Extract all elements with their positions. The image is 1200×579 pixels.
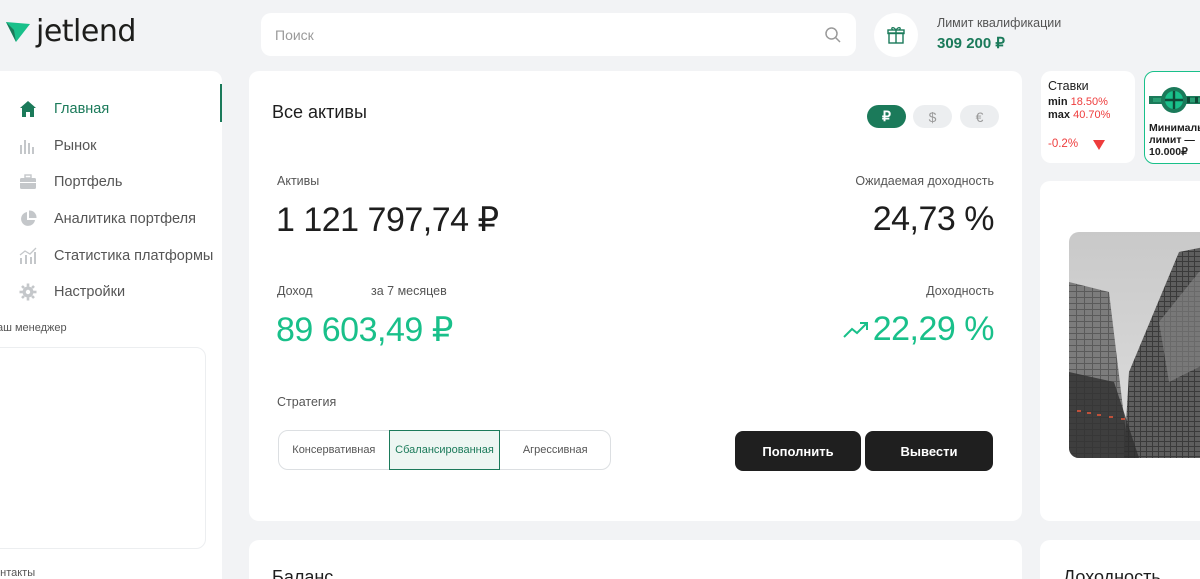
assets-value: 1 121 797,74 ₽ — [276, 201, 499, 239]
rates-max: max 40.70% — [1048, 109, 1128, 121]
building-photo — [1069, 232, 1200, 458]
logo[interactable]: jetlend — [4, 14, 136, 49]
promo-illustration-icon — [1149, 87, 1200, 113]
rates-max-value: 40.70% — [1073, 109, 1111, 121]
strategy-label: Стратегия — [277, 395, 337, 409]
skyscraper-image-icon — [1069, 232, 1200, 458]
balance-title: Баланс — [272, 567, 334, 579]
search-input[interactable] — [275, 26, 824, 43]
expected-yield-value: 24,73 % — [872, 200, 995, 238]
sidebar-item-label: Рынок — [54, 137, 97, 154]
balance-card: Баланс — [249, 540, 1022, 579]
qualification-limit: Лимит квалификации 309 200 ₽ — [937, 16, 1061, 52]
gift-icon — [887, 27, 905, 44]
rates-change: -0.2% — [1048, 138, 1079, 150]
yield-label: Доходность — [926, 284, 994, 298]
yield-value: 22,29 % — [872, 310, 995, 348]
sidebar-item-label: Аналитика портфеля — [54, 211, 196, 228]
strategy-conservative[interactable]: Консервативная — [279, 431, 389, 469]
sidebar-item-label: Настройки — [54, 284, 126, 301]
home-icon — [18, 99, 38, 119]
rates-min-value: 18.50% — [1070, 96, 1108, 108]
promo-line-3: 10.000₽ — [1149, 146, 1188, 158]
yield-card: Доходность — [1040, 540, 1200, 579]
assets-card: Все активы ₽ $ € Активы 1 121 797,74 ₽ О… — [249, 71, 1022, 521]
logo-text: jetlend — [36, 14, 136, 49]
stats-icon — [18, 246, 38, 266]
limit-value: 309 200 ₽ — [937, 35, 1005, 52]
sidebar-nav: Главная Рынок Портфель Аналитика портфел… — [18, 91, 213, 311]
manager-label: аш менеджер — [0, 322, 67, 334]
search-bar[interactable] — [261, 13, 856, 56]
expected-yield-label: Ожидаемая доходность — [855, 174, 994, 188]
withdraw-button[interactable]: Вывести — [865, 431, 993, 471]
yield-card-title: Доходность — [1063, 567, 1161, 579]
rates-min: min 18.50% — [1048, 96, 1128, 108]
contacts-label: онтакты — [0, 567, 36, 579]
sidebar-item-label: Статистика платформы — [54, 247, 214, 264]
ad-card[interactable] — [1040, 181, 1200, 521]
search-icon[interactable] — [824, 26, 842, 44]
gift-button[interactable] — [874, 13, 918, 57]
strategy-aggressive[interactable]: Агрессивная — [500, 431, 610, 469]
sidebar-item-platform-stats[interactable]: Статистика платформы — [18, 237, 213, 274]
nav-active-indicator — [220, 84, 222, 122]
promo-text: Минимальн лимит — 10.000₽ — [1149, 122, 1200, 158]
sidebar-item-settings[interactable]: Настройки — [18, 274, 213, 311]
strategy-selector: Консервативная Сбалансированная Агрессив… — [278, 430, 611, 470]
promo-line-1: Минимальн — [1149, 122, 1200, 134]
promo-card[interactable]: Минимальн лимит — 10.000₽ — [1144, 71, 1200, 164]
deposit-button[interactable]: Пополнить — [735, 431, 861, 471]
currency-rub-button[interactable]: ₽ — [867, 105, 906, 128]
income-label: Доход — [277, 284, 313, 298]
sidebar-item-label: Главная — [54, 101, 110, 118]
sidebar-item-label: Портфель — [54, 174, 123, 191]
currency-usd-button[interactable]: $ — [913, 105, 952, 128]
rates-title: Ставки — [1048, 79, 1089, 93]
strategy-balanced[interactable]: Сбалансированная — [388, 430, 501, 470]
manager-card — [0, 347, 206, 549]
rates-max-label: max — [1048, 109, 1071, 121]
sidebar-item-market[interactable]: Рынок — [18, 128, 213, 165]
promo-line-2: лимит — — [1149, 134, 1195, 146]
income-period: за 7 месяцев — [371, 284, 447, 298]
page-title: Все активы — [272, 102, 367, 122]
sidebar-item-home[interactable]: Главная — [18, 91, 213, 128]
trend-up-icon — [843, 322, 868, 338]
currency-eur-button[interactable]: € — [960, 105, 999, 128]
rates-min-label: min — [1048, 96, 1068, 108]
rates-card[interactable]: Ставки min 18.50% max 40.70% -0.2% — [1041, 71, 1135, 163]
briefcase-icon — [18, 172, 38, 192]
gear-icon — [18, 282, 38, 302]
sidebar: Главная Рынок Портфель Аналитика портфел… — [0, 71, 222, 579]
assets-label: Активы — [277, 174, 320, 188]
pie-chart-icon — [18, 209, 38, 229]
logo-mark-icon — [6, 21, 30, 42]
bar-chart-icon — [18, 136, 38, 156]
sidebar-item-portfolio-analytics[interactable]: Аналитика портфеля — [18, 201, 213, 238]
limit-label: Лимит квалификации — [937, 16, 1062, 30]
arrow-down-icon — [1093, 140, 1105, 150]
sidebar-item-portfolio[interactable]: Портфель — [18, 164, 213, 201]
income-value: 89 603,49 ₽ — [276, 311, 453, 349]
